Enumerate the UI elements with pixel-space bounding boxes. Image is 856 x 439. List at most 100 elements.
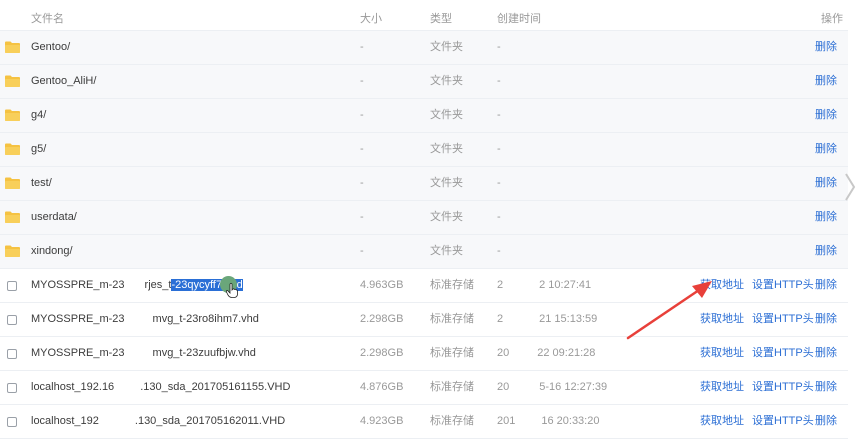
file-name-part: localhost_192 (31, 415, 99, 427)
delete-link[interactable]: 删除 (815, 337, 837, 370)
file-name-part: .130_sda_201705161155.VHD (140, 381, 291, 393)
col-name-header: 文件名 (31, 13, 64, 25)
folder-icon (5, 245, 20, 257)
row-checkbox[interactable] (7, 383, 17, 393)
delete-link[interactable]: 删除 (815, 65, 837, 98)
get-url-link[interactable]: 获取地址 (700, 371, 744, 404)
file-name-part: localhost_192.16 (31, 381, 115, 393)
chevron-right-icon[interactable] (845, 172, 856, 202)
row-checkbox[interactable] (7, 349, 17, 359)
date-part: 21 15:13:59 (539, 313, 598, 325)
row-checkbox[interactable] (7, 281, 17, 291)
folder-row[interactable]: Gentoo/ - 文件夹 - 删除 (0, 31, 848, 65)
folder-date: - (497, 75, 501, 87)
file-date: 2 21 15:13:59 (497, 303, 597, 336)
folder-name-link[interactable]: Gentoo/ (31, 31, 70, 64)
file-name-part: rjes_t (144, 279, 172, 291)
folder-date: - (497, 143, 501, 155)
file-name[interactable]: MYOSSPRE_m-23 mvg_t-23ro8ihm7.vhd (31, 303, 259, 336)
file-name[interactable]: localhost_192 .130_sda_201705162011.VHD (31, 405, 285, 438)
file-name-part: MYOSSPRE_m-23 (31, 313, 125, 325)
folder-row[interactable]: xindong/ - 文件夹 - 删除 (0, 235, 848, 269)
col-actions-header: 操作 (821, 13, 843, 25)
set-http-header-link[interactable]: 设置HTTP头 (752, 269, 814, 302)
delete-link[interactable]: 删除 (815, 99, 837, 132)
delete-link[interactable]: 删除 (815, 31, 837, 64)
get-url-link[interactable]: 获取地址 (700, 405, 744, 438)
hand-cursor-icon (226, 283, 238, 298)
folder-row[interactable]: g4/ - 文件夹 - 删除 (0, 99, 848, 133)
folder-type: 文件夹 (430, 75, 463, 87)
folder-type: 文件夹 (430, 109, 463, 121)
annotation-arrow (626, 281, 712, 340)
delete-link[interactable]: 删除 (815, 133, 837, 166)
file-row[interactable]: MYOSSPRE_m-23 mvg_t-23zuufbjw.vhd 2.298GB… (0, 337, 848, 371)
file-name[interactable]: MYOSSPRE_m-23 rjes_t-23qycyff7.vhd (31, 269, 243, 302)
file-size: 4.876GB (360, 381, 404, 393)
file-date: 201 16 20:33:20 (497, 405, 599, 438)
folder-name-link[interactable]: g5/ (31, 133, 46, 166)
folder-icon (5, 41, 20, 53)
delete-link[interactable]: 删除 (815, 235, 837, 268)
folder-name-link[interactable]: xindong/ (31, 235, 73, 268)
date-part: 20 (497, 381, 510, 393)
storage-class: 标准存储 (430, 415, 474, 427)
set-http-header-link[interactable]: 设置HTTP头 (752, 337, 814, 370)
set-http-header-link[interactable]: 设置HTTP头 (752, 371, 814, 404)
folder-row[interactable]: g5/ - 文件夹 - 删除 (0, 133, 848, 167)
delete-link[interactable]: 删除 (815, 303, 837, 336)
col-size-header: 大小 (360, 13, 382, 25)
delete-link[interactable]: 删除 (815, 269, 837, 302)
delete-link[interactable]: 删除 (815, 371, 837, 404)
folder-size: - (360, 143, 364, 155)
file-size: 2.298GB (360, 347, 404, 359)
folder-size: - (360, 211, 364, 223)
set-http-header-link[interactable]: 设置HTTP头 (752, 405, 814, 438)
folder-size: - (360, 75, 364, 87)
file-name-part: MYOSSPRE_m-23 (31, 347, 125, 359)
delete-link[interactable]: 删除 (815, 405, 837, 438)
folder-type: 文件夹 (430, 211, 463, 223)
file-size: 2.298GB (360, 313, 404, 325)
folder-name-link[interactable]: userdata/ (31, 201, 77, 234)
folder-size: - (360, 109, 364, 121)
folder-type: 文件夹 (430, 245, 463, 257)
file-name[interactable]: MYOSSPRE_m-23 mvg_t-23zuufbjw.vhd (31, 337, 256, 370)
folder-date: - (497, 177, 501, 189)
date-part: 201 (497, 415, 516, 427)
file-row[interactable]: localhost_192 .130_sda_201705162011.VHD 4… (0, 405, 848, 439)
folder-name-link[interactable]: g4/ (31, 99, 46, 132)
folder-icon (5, 177, 20, 189)
folder-name-link[interactable]: test/ (31, 167, 52, 200)
folder-icon (5, 109, 20, 121)
file-name-part: MYOSSPRE_m-23 (31, 279, 125, 291)
delete-link[interactable]: 删除 (815, 167, 837, 200)
folder-icon (5, 211, 20, 223)
row-checkbox[interactable] (7, 315, 17, 325)
col-created-header: 创建时间 (497, 13, 541, 25)
file-size: 4.923GB (360, 415, 404, 427)
file-row[interactable]: localhost_192.16 .130_sda_201705161155.VH… (0, 371, 848, 405)
set-http-header-link[interactable]: 设置HTTP头 (752, 303, 814, 336)
file-name[interactable]: localhost_192.16 .130_sda_201705161155.VH… (31, 371, 290, 404)
folder-icon (5, 75, 20, 87)
file-date: 2 2 10:27:41 (497, 269, 591, 302)
folder-name-link[interactable]: Gentoo_AliH/ (31, 65, 96, 98)
folder-date: - (497, 41, 501, 53)
folder-size: - (360, 245, 364, 257)
date-part: 16 20:33:20 (541, 415, 600, 427)
file-row[interactable]: MYOSSPRE_m-23 rjes_t-23qycyff7.vhd 4.963G… (0, 269, 848, 303)
file-row[interactable]: MYOSSPRE_m-23 mvg_t-23ro8ihm7.vhd 2.298GB… (0, 303, 848, 337)
folder-icon (5, 143, 20, 155)
row-checkbox[interactable] (7, 417, 17, 427)
file-table: 文件名 大小 类型 创建时间 操作 Gentoo/ - 文件夹 - 删除 Gen… (0, 0, 848, 439)
date-part: 5-16 12:27:39 (539, 381, 608, 393)
file-name-part: mvg_t-23ro8ihm7.vhd (152, 313, 259, 325)
folder-row[interactable]: Gentoo_AliH/ - 文件夹 - 删除 (0, 65, 848, 99)
folder-date: - (497, 109, 501, 121)
folder-row[interactable]: userdata/ - 文件夹 - 删除 (0, 201, 848, 235)
storage-class: 标准存储 (430, 279, 474, 291)
file-date: 20 22 09:21:28 (497, 337, 595, 370)
folder-row[interactable]: test/ - 文件夹 - 删除 (0, 167, 848, 201)
delete-link[interactable]: 删除 (815, 201, 837, 234)
